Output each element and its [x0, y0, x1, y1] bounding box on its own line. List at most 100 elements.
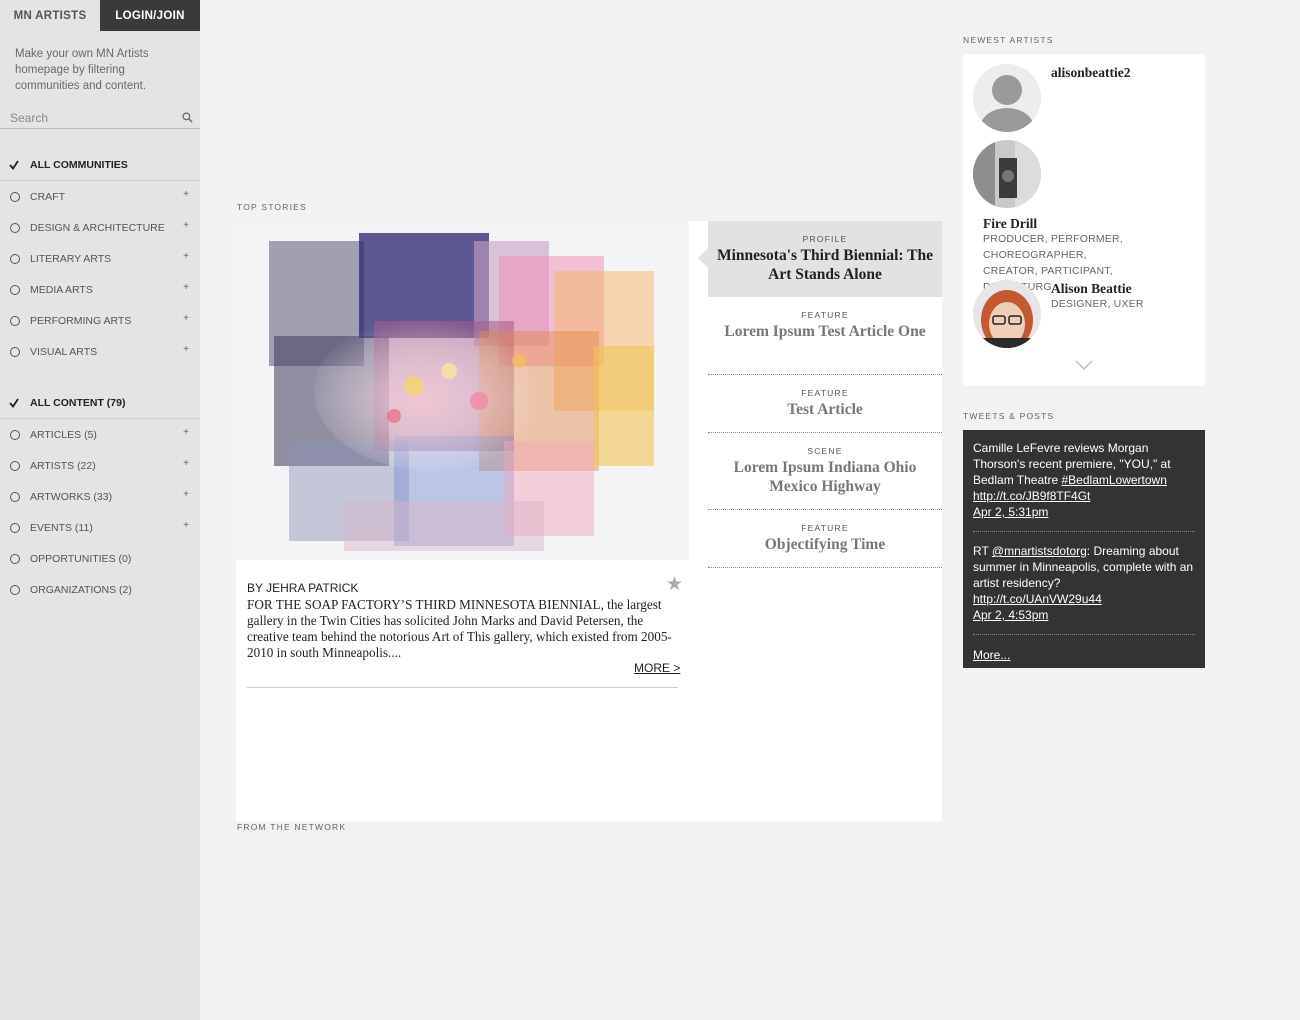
story-title: Minnesota's Third Biennial: The Art Stan… — [716, 247, 934, 283]
community-item-design-architecture[interactable]: DESIGN & ARCHITECTURE + — [0, 212, 200, 243]
avatar-alison-beattie[interactable] — [973, 280, 1041, 348]
handle-link[interactable]: @mnartistsdotorg — [992, 544, 1087, 558]
community-item-craft[interactable]: CRAFT + — [0, 181, 200, 212]
story-title: Test Article — [787, 401, 863, 418]
all-communities-label: ALL COMMUNITIES — [30, 158, 128, 171]
checkmark-icon — [9, 160, 19, 170]
radio-circle-icon — [10, 315, 20, 326]
content-item-artists[interactable]: ARTISTS (22) + — [0, 450, 200, 481]
newest-artists-box: alisonbeattie2 Fire Drill PRODUCER, PERF… — [963, 54, 1205, 386]
tweet-date-link[interactable]: Apr 2, 4:53pm — [973, 608, 1048, 622]
plus-icon[interactable]: + — [183, 282, 189, 293]
community-label: CRAFT — [30, 190, 65, 203]
radio-circle-icon — [10, 584, 20, 595]
login-join-button[interactable]: LOGIN/JOIN — [100, 0, 200, 31]
silk-scarves-artwork — [234, 221, 689, 560]
more-tweets-link[interactable]: More... — [973, 648, 1010, 662]
radio-circle-icon — [10, 191, 20, 202]
avatar-photo — [973, 280, 1041, 348]
community-item-visual-arts[interactable]: VISUAL ARTS + — [0, 336, 200, 367]
community-label: PERFORMING ARTS — [30, 314, 132, 327]
article-excerpt: FOR THE SOAP FACTORY’S THIRD MINNESOTA B… — [247, 597, 672, 660]
content-label: ARTICLES (5) — [30, 428, 97, 441]
sidebar-top-bar: MN ARTISTS LOGIN/JOIN — [0, 0, 200, 31]
content-item-opportunities[interactable]: OPPORTUNITIES (0) — [0, 543, 200, 574]
content-label: ARTWORKS (33) — [30, 490, 113, 503]
radio-circle-icon — [10, 553, 20, 564]
story-item-biennial[interactable]: PROFILE Minnesota's Third Biennial: The … — [698, 221, 942, 297]
plus-icon[interactable]: + — [183, 313, 189, 324]
story-type: FEATURE — [801, 523, 849, 533]
all-content-toggle[interactable]: ALL CONTENT (79) — [0, 387, 200, 419]
artist-name[interactable]: alisonbeattie2 — [1051, 65, 1131, 81]
story-type: FEATURE — [801, 388, 849, 398]
content-item-events[interactable]: EVENTS (11) + — [0, 512, 200, 543]
plus-icon[interactable]: + — [183, 344, 189, 355]
radio-circle-icon — [10, 346, 20, 357]
plus-icon[interactable]: + — [183, 220, 189, 231]
tweet-url-link[interactable]: http://t.co/UAnVW29u44 — [973, 592, 1102, 606]
community-label: LITERARY ARTS — [30, 252, 112, 265]
communities-filter: ALL COMMUNITIES CRAFT + DESIGN & ARCHITE… — [0, 149, 200, 367]
tweet-item: RT @mnartistsdotorg: Dreaming about summ… — [973, 543, 1195, 635]
content-label: ARTISTS (22) — [30, 459, 96, 472]
story-type: SCENE — [807, 446, 843, 456]
tweet-item: Camille LeFevre reviews Morgan Thorson's… — [973, 440, 1195, 532]
story-list: PROFILE Minnesota's Third Biennial: The … — [698, 221, 942, 568]
avatar-photo — [973, 140, 1041, 208]
artist-name[interactable]: Fire Drill — [983, 216, 1037, 232]
all-communities-toggle[interactable]: ALL COMMUNITIES — [0, 149, 200, 181]
community-item-media-arts[interactable]: MEDIA ARTS + — [0, 274, 200, 305]
story-item-lorem-highway[interactable]: SCENE Lorem Ipsum Indiana Ohio Mexico Hi… — [708, 433, 942, 510]
plus-icon[interactable]: + — [183, 520, 189, 531]
brand-tab[interactable]: MN ARTISTS — [0, 0, 100, 31]
chevron-down-icon[interactable] — [1075, 360, 1093, 370]
tweet-date-link[interactable]: Apr 2, 5:31pm — [973, 505, 1048, 519]
checkmark-icon — [9, 398, 19, 408]
user-silhouette-icon — [973, 64, 1041, 132]
plus-icon[interactable]: + — [183, 458, 189, 469]
radio-circle-icon — [10, 222, 20, 233]
newest-artists-label: NEWEST ARTISTS — [963, 35, 1054, 45]
hashtag-link[interactable]: #BedlamLowertown — [1062, 473, 1167, 487]
radio-circle-icon — [10, 284, 20, 295]
content-label: OPPORTUNITIES (0) — [30, 552, 132, 565]
artist-name[interactable]: Alison Beattie — [1051, 281, 1132, 297]
community-item-literary-arts[interactable]: LITERARY ARTS + — [0, 243, 200, 274]
story-item-lorem-one[interactable]: FEATURE Lorem Ipsum Test Article One — [708, 297, 942, 375]
community-item-performing-arts[interactable]: PERFORMING ARTS + — [0, 305, 200, 336]
plus-icon[interactable]: + — [183, 489, 189, 500]
story-title: Lorem Ipsum Indiana Ohio Mexico Highway — [733, 459, 917, 495]
more-link[interactable]: MORE > — [634, 661, 680, 675]
plus-icon[interactable]: + — [183, 189, 189, 200]
tweet-prefix: RT — [973, 544, 992, 558]
top-stories-label: TOP STORIES — [237, 202, 307, 212]
avatar-fire-drill[interactable] — [973, 140, 1041, 208]
story-title: Lorem Ipsum Test Article One — [724, 323, 926, 340]
featured-artwork-image[interactable] — [234, 221, 689, 560]
avatar-placeholder[interactable] — [973, 64, 1041, 132]
content-item-articles[interactable]: ARTICLES (5) + — [0, 419, 200, 450]
story-item-test-article[interactable]: FEATURE Test Article — [708, 375, 942, 433]
search-icon[interactable] — [182, 112, 193, 123]
community-label: DESIGN & ARCHITECTURE — [30, 221, 165, 234]
sidebar: MN ARTISTS LOGIN/JOIN Make your own MN A… — [0, 0, 200, 1020]
search-input[interactable] — [0, 107, 170, 128]
content-item-organizations[interactable]: ORGANIZATIONS (2) — [0, 574, 200, 605]
plus-icon[interactable]: + — [183, 427, 189, 438]
radio-circle-icon — [10, 253, 20, 264]
content-item-artworks[interactable]: ARTWORKS (33) + — [0, 481, 200, 512]
radio-circle-icon — [10, 491, 20, 502]
search-bar — [0, 107, 200, 129]
all-content-label: ALL CONTENT (79) — [30, 396, 126, 409]
community-label: VISUAL ARTS — [30, 345, 98, 358]
plus-icon[interactable]: + — [183, 251, 189, 262]
divider — [247, 687, 678, 688]
tweet-url-link[interactable]: http://t.co/JB9f8TF4Gt — [973, 489, 1090, 503]
story-item-objectifying-time[interactable]: FEATURE Objectifying Time — [708, 510, 942, 568]
star-icon[interactable]: ★ — [666, 573, 683, 596]
content-label: ORGANIZATIONS (2) — [30, 583, 132, 596]
from-network-label: FROM THE NETWORK — [237, 822, 347, 832]
radio-circle-icon — [10, 460, 20, 471]
content-filter: ALL CONTENT (79) ARTICLES (5) + ARTISTS … — [0, 387, 200, 605]
